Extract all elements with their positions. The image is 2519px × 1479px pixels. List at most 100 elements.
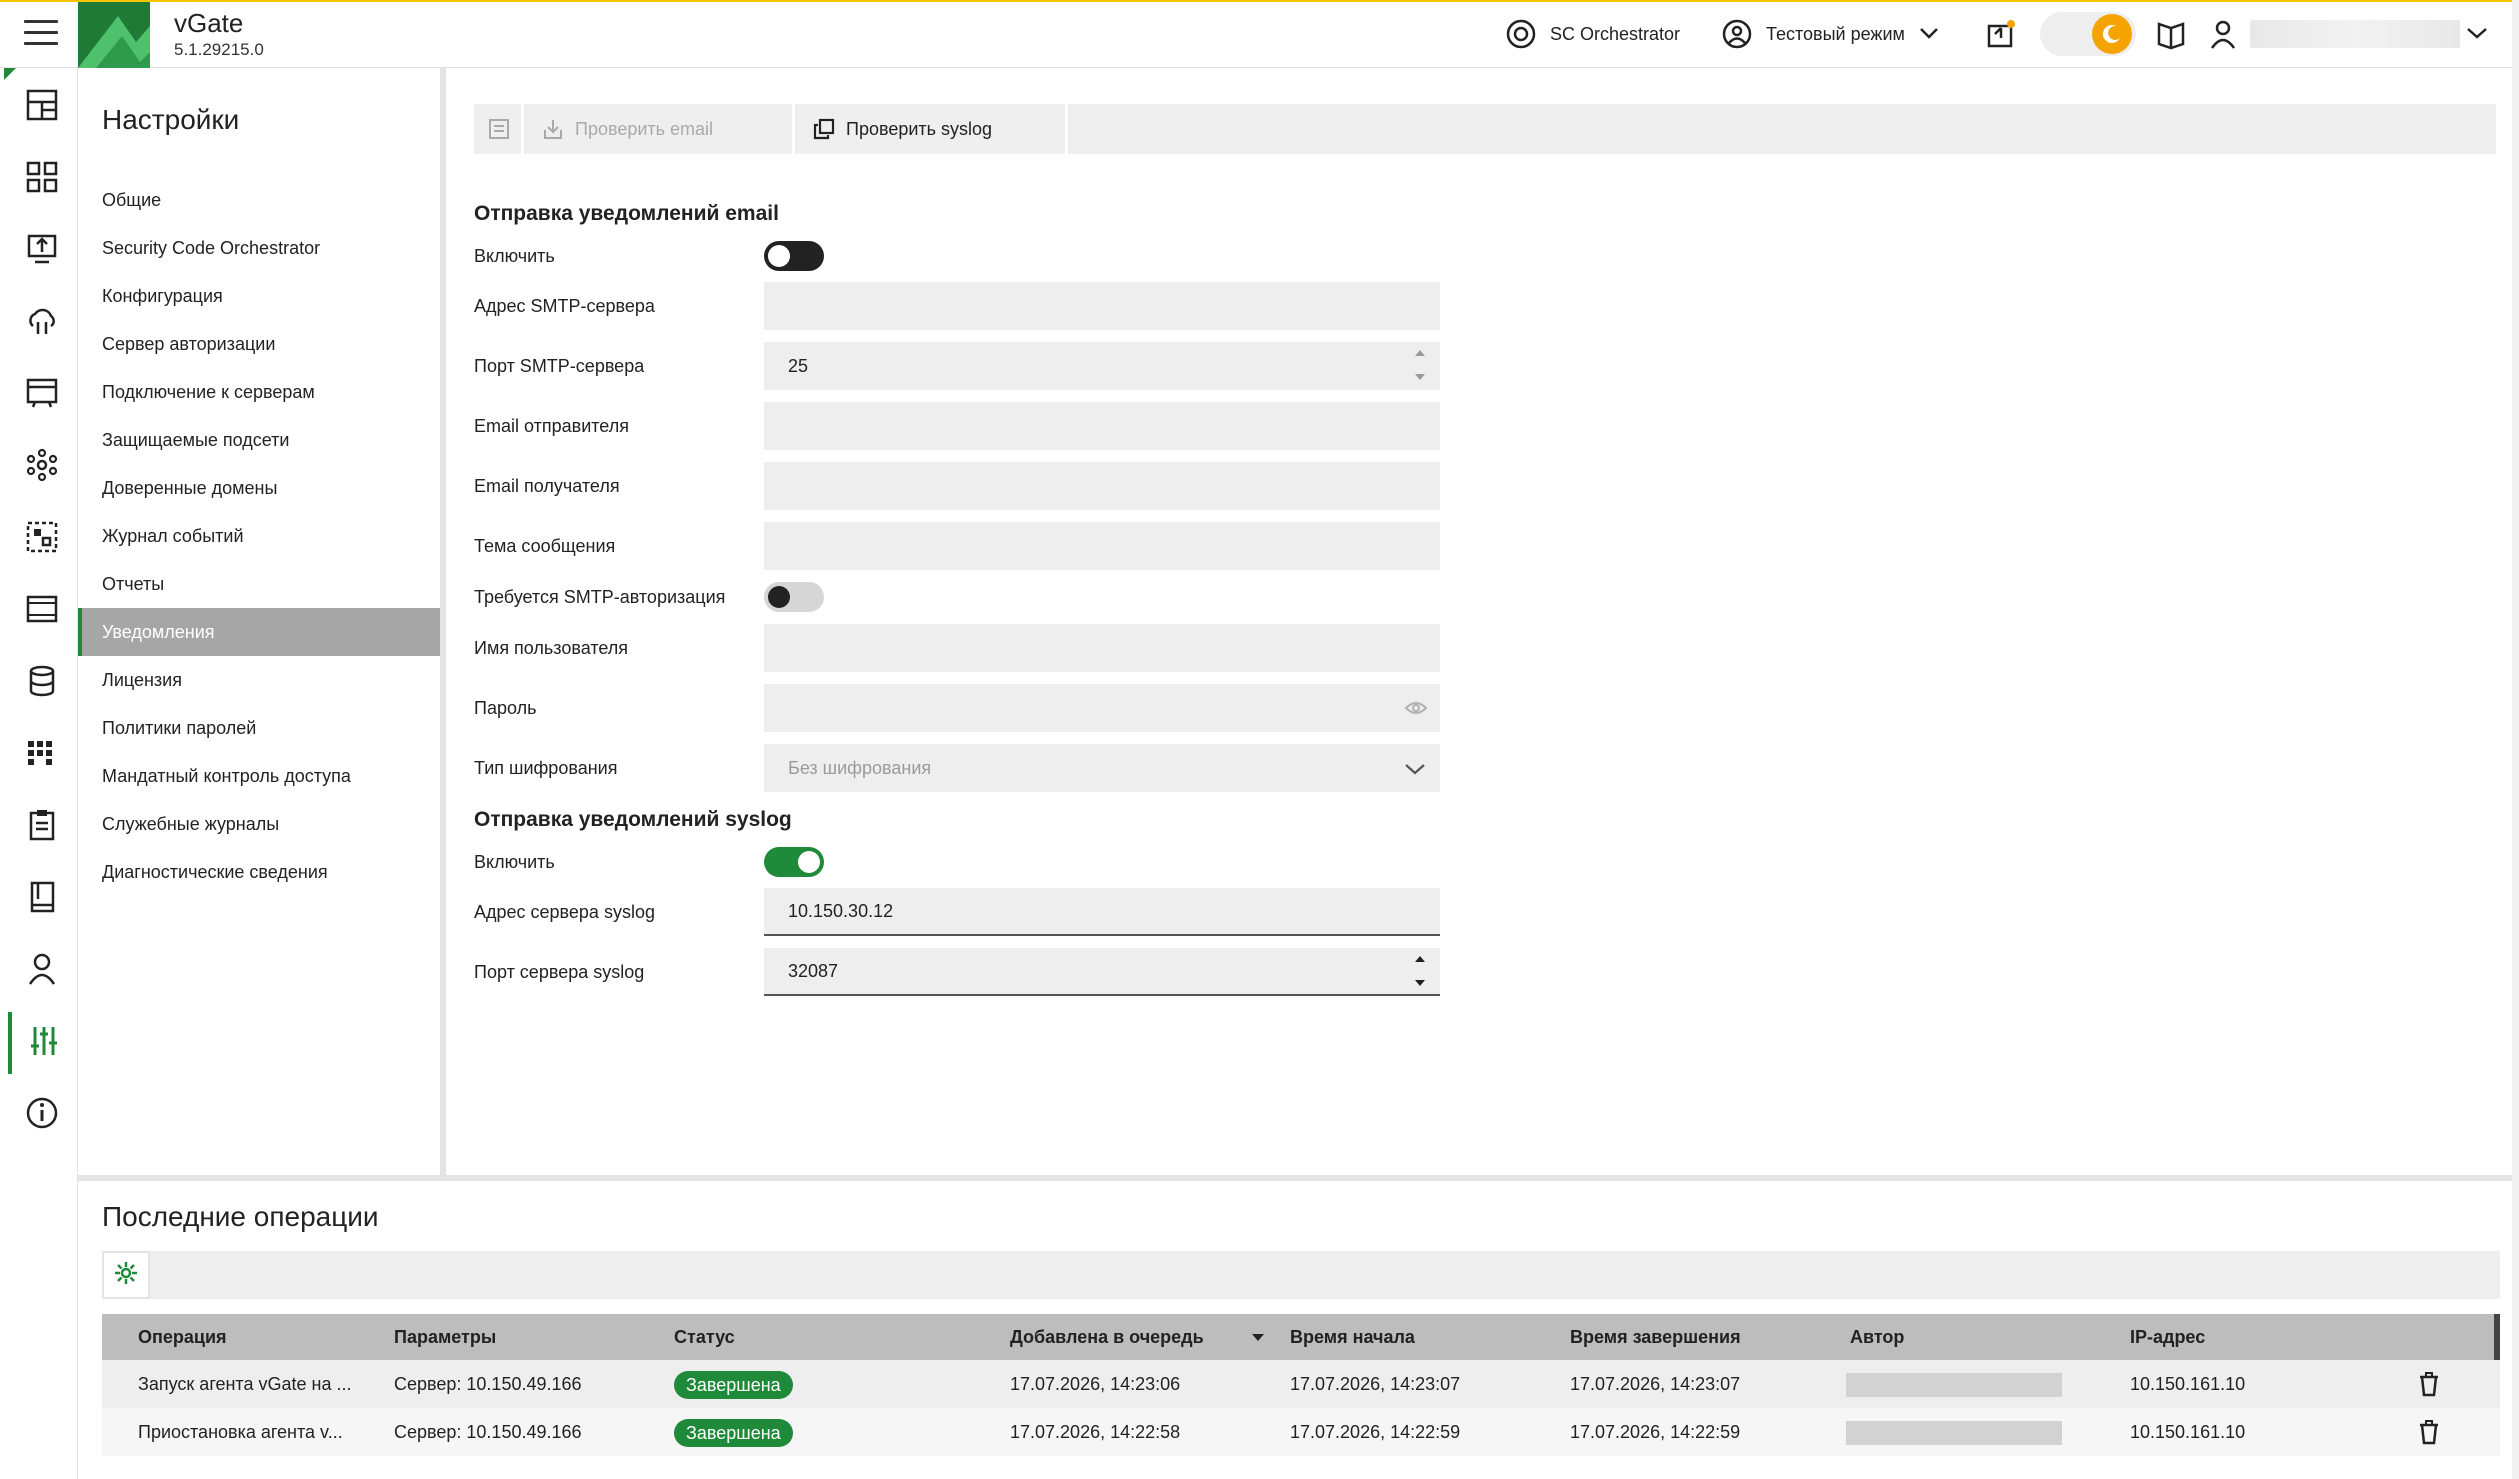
chevron-down-icon — [1919, 24, 1939, 45]
user-icon — [25, 952, 59, 991]
mode-dropdown[interactable]: Тестовый режим — [1720, 16, 1939, 52]
user-icon — [2206, 17, 2240, 51]
nav-item-protected-subnets[interactable]: Защищаемые подсети — [78, 416, 440, 464]
encryption-select[interactable]: Без шифрования — [764, 744, 1440, 792]
help-button[interactable] — [2154, 16, 2188, 52]
notifications-button[interactable] — [1984, 16, 2018, 52]
terminal-icon — [25, 376, 59, 415]
table-row[interactable]: Запуск агента vGate на ... Сервер: 10.15… — [102, 1360, 2500, 1408]
nav-item-event-log[interactable]: Журнал событий — [78, 512, 440, 560]
rail-widgets[interactable] — [8, 148, 76, 210]
gear-icon — [114, 1261, 138, 1290]
rail-apps[interactable] — [8, 724, 76, 786]
rail-settings[interactable] — [8, 1012, 76, 1074]
email-enable-toggle[interactable] — [764, 241, 824, 271]
rail-media[interactable] — [8, 580, 76, 642]
rail-select[interactable] — [8, 508, 76, 570]
check-email-button[interactable]: Проверить email — [527, 104, 795, 154]
username-field[interactable] — [764, 624, 1440, 672]
rail-docs[interactable] — [8, 868, 76, 930]
top-bar: vGate 5.1.29215.0 SC Orchestrator Тестов… — [0, 0, 2519, 68]
settings-title: Настройки — [102, 104, 240, 135]
rail-tasks[interactable] — [8, 796, 76, 858]
col-queued[interactable]: Добавлена в очередь — [1010, 1314, 1204, 1360]
trash-icon[interactable] — [2416, 1371, 2442, 1397]
content-toolbar: Проверить email Проверить syslog — [474, 104, 2496, 154]
clipboard-icon — [25, 808, 59, 847]
check-syslog-label: Проверить syslog — [846, 118, 993, 139]
sender-email-field[interactable] — [764, 402, 1440, 450]
orchestrator-link[interactable]: SC Orchestrator — [1504, 16, 1680, 52]
rail-deploy[interactable] — [8, 220, 76, 282]
smtp-auth-label: Требуется SMTP-авторизация — [474, 587, 726, 607]
rail-about[interactable] — [8, 1084, 76, 1146]
app-name: vGate — [174, 8, 244, 38]
smtp-address-field[interactable] — [764, 282, 1440, 330]
syslog-port-label: Порт сервера syslog — [474, 962, 645, 982]
table-row[interactable]: Приостановка агента v... Сервер: 10.150.… — [102, 1408, 2500, 1456]
window-edge — [2512, 0, 2519, 1479]
nav-item-configuration[interactable]: Конфигурация — [78, 272, 440, 320]
smtp-port-stepper[interactable] — [1414, 350, 1426, 380]
user-menu[interactable] — [2206, 16, 2240, 52]
trash-icon[interactable] — [2416, 1419, 2442, 1445]
user-menu-chevron[interactable] — [2466, 16, 2488, 52]
book-open-icon — [2154, 17, 2188, 51]
rail-terminal[interactable] — [8, 364, 76, 426]
col-params[interactable]: Параметры — [394, 1314, 496, 1360]
nav-item-service-logs[interactable]: Служебные журналы — [78, 800, 440, 848]
eye-icon[interactable] — [1404, 698, 1428, 723]
sort-desc-icon[interactable] — [1250, 1314, 1266, 1360]
cloud-network-icon — [25, 304, 59, 343]
subject-field[interactable] — [764, 522, 1440, 570]
upload-server-icon — [25, 232, 59, 271]
password-field[interactable] — [764, 684, 1440, 732]
recipient-email-field[interactable] — [764, 462, 1440, 510]
menu-icon[interactable] — [24, 20, 58, 48]
nav-item-trusted-domains[interactable]: Доверенные домены — [78, 464, 440, 512]
col-operation[interactable]: Операция — [138, 1314, 227, 1360]
subject-label: Тема сообщения — [474, 536, 616, 556]
rail-dashboard[interactable] — [8, 76, 76, 138]
smtp-address-label: Адрес SMTP-сервера — [474, 296, 655, 316]
syslog-address-field[interactable]: 10.150.30.12 — [764, 888, 1440, 936]
nav-item-orchestrator[interactable]: Security Code Orchestrator — [78, 224, 440, 272]
nav-item-password-policies[interactable]: Политики паролей — [78, 704, 440, 752]
table-header: Операция Параметры Статус Добавлена в оч… — [102, 1314, 2500, 1360]
save-button[interactable] — [474, 104, 524, 154]
nav-item-reports[interactable]: Отчеты — [78, 560, 440, 608]
widgets-icon — [25, 160, 59, 199]
nav-item-diagnostics[interactable]: Диагностические сведения — [78, 848, 440, 896]
rail-network[interactable] — [8, 436, 76, 498]
syslog-port-stepper[interactable] — [1414, 956, 1426, 986]
col-finished[interactable]: Время завершения — [1570, 1314, 1741, 1360]
theme-toggle[interactable] — [2040, 12, 2136, 56]
smtp-port-value: 25 — [788, 355, 809, 376]
notification-board-icon — [1984, 17, 2018, 51]
smtp-auth-toggle[interactable] — [764, 582, 824, 612]
cell-started: 17.07.2026, 14:23:07 — [1290, 1374, 1461, 1394]
check-syslog-button[interactable]: Проверить syslog — [798, 104, 1068, 154]
nav-item-general[interactable]: Общие — [78, 176, 440, 224]
syslog-enable-toggle[interactable] — [764, 847, 824, 877]
rail-cloud[interactable] — [8, 292, 76, 354]
col-ip[interactable]: IP-адрес — [2130, 1314, 2205, 1360]
col-started[interactable]: Время начала — [1290, 1314, 1415, 1360]
test-mode-icon — [1720, 17, 1754, 51]
nav-item-server-connection[interactable]: Подключение к серверам — [78, 368, 440, 416]
nav-item-mandatory-access[interactable]: Мандатный контроль доступа — [78, 752, 440, 800]
nav-item-license[interactable]: Лицензия — [78, 656, 440, 704]
film-icon — [25, 592, 59, 631]
table-settings-button[interactable] — [102, 1251, 150, 1299]
nav-item-auth-server[interactable]: Сервер авторизации — [78, 320, 440, 368]
smtp-port-field[interactable]: 25 — [764, 342, 1440, 390]
syslog-port-field[interactable]: 32087 — [764, 948, 1440, 996]
book-icon — [25, 880, 59, 919]
rail-storage[interactable] — [8, 652, 76, 714]
vgate-logo — [78, 2, 150, 68]
nav-item-notifications[interactable]: Уведомления — [78, 608, 440, 656]
col-status[interactable]: Статус — [674, 1314, 735, 1360]
rail-users[interactable] — [8, 940, 76, 1002]
rail-corner-marker — [4, 68, 16, 80]
col-author[interactable]: Автор — [1850, 1314, 1904, 1360]
